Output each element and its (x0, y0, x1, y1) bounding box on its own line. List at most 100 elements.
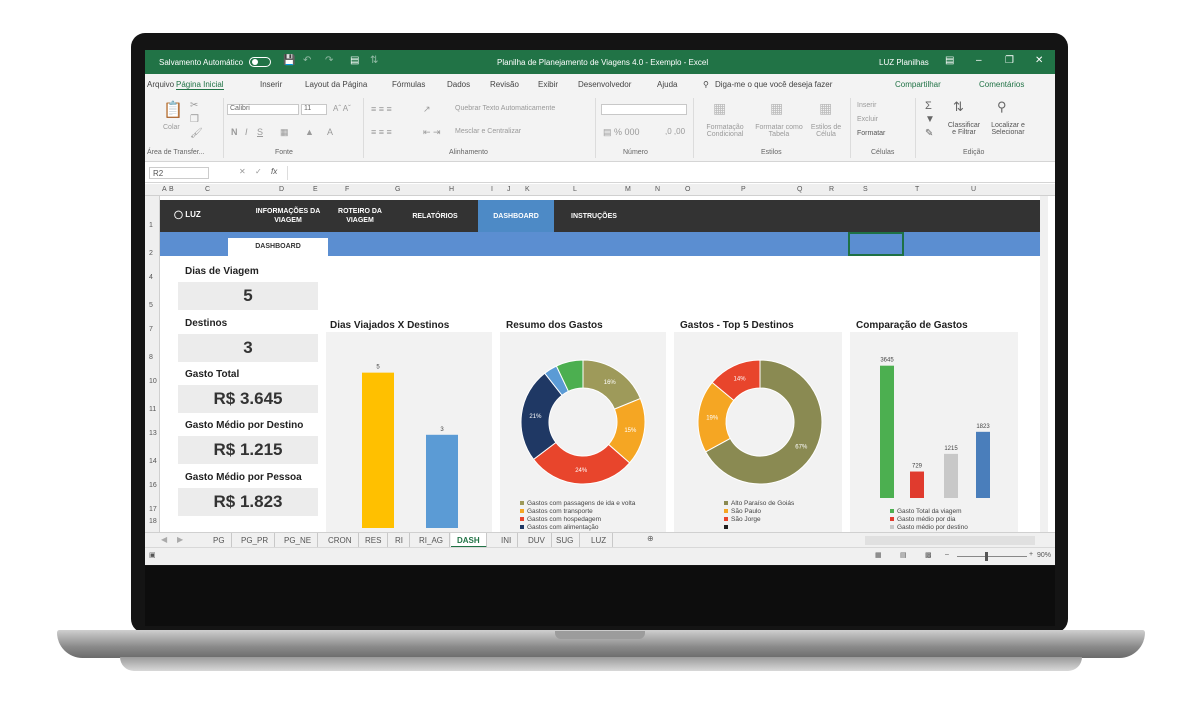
column-header[interactable]: G (395, 186, 400, 193)
align-left-icon[interactable]: ≡ ≡ ≡ (371, 127, 392, 137)
tab-arquivo[interactable]: Arquivo (147, 80, 174, 89)
column-header[interactable]: B (169, 186, 174, 193)
add-sheet-icon[interactable]: ⊕ (647, 534, 654, 543)
undo-icon[interactable]: ↶ (303, 55, 311, 66)
indent-icon[interactable]: ⇤ ⇥ (423, 127, 441, 138)
enter-icon[interactable]: ✓ (255, 167, 262, 176)
search-icon[interactable]: ⚲ (703, 80, 709, 89)
comments-button[interactable]: Comentários (979, 80, 1024, 89)
redo-icon[interactable]: ↷ (325, 55, 333, 66)
tab-layout[interactable]: Layout da Página (305, 80, 367, 89)
zoom-out-icon[interactable]: – (945, 551, 949, 558)
fill-icon[interactable]: ▼ (925, 114, 935, 125)
zoom-level[interactable]: 90% (1037, 552, 1051, 559)
sort-icon[interactable]: ⇅ (370, 55, 378, 66)
borders-icon[interactable]: ▦ (280, 127, 289, 138)
cell-styles-icon[interactable]: ▦ (819, 100, 832, 117)
font-name-select[interactable]: Calibri (227, 104, 299, 115)
column-header[interactable]: C (205, 186, 210, 193)
format-table-button[interactable]: Formatar como Tabela (751, 124, 807, 138)
row-header[interactable]: 11 (149, 406, 156, 413)
row-header[interactable]: 8 (149, 354, 153, 361)
tab-dados[interactable]: Dados (447, 80, 470, 89)
column-header[interactable]: K (525, 186, 530, 193)
row-header[interactable]: 5 (149, 302, 153, 309)
tab-ajuda[interactable]: Ajuda (657, 80, 677, 89)
sheet-tab[interactable]: INI (495, 533, 519, 548)
touch-mode-icon[interactable]: ▤ (350, 55, 359, 66)
paste-icon[interactable]: 📋 (163, 100, 183, 120)
underline-icon[interactable]: S (257, 127, 263, 137)
name-box[interactable]: R2 (149, 167, 209, 179)
insert-function-icon[interactable]: fx (271, 167, 277, 176)
autosum-icon[interactable]: Σ (925, 100, 932, 112)
sheet-tab[interactable]: SUG (550, 533, 581, 548)
sheet-tab[interactable]: RES (359, 533, 389, 548)
grow-font-icon[interactable]: Aˆ Aˇ (333, 104, 351, 113)
formula-input[interactable] (287, 166, 1047, 180)
decimal-icon[interactable]: ,0 ,00 (665, 127, 685, 136)
tab-pagina-inicial[interactable]: Página Inicial (176, 80, 224, 90)
sheet-tab[interactable]: RI (389, 533, 410, 548)
nav-instrucoes[interactable]: INSTRUÇÕES (560, 200, 628, 232)
prev-sheet-icon[interactable]: ◀ (161, 535, 167, 544)
row-header[interactable]: 16 (149, 482, 157, 489)
nav-roteiro-viagem[interactable]: ROTEIRO DA VIAGEM (332, 200, 388, 232)
number-format-select[interactable] (601, 104, 687, 115)
sheet-tab[interactable]: PG_NE (278, 533, 319, 548)
horizontal-scrollbar[interactable] (865, 536, 1035, 545)
sheet-tab[interactable]: DASH (451, 533, 487, 548)
next-sheet-icon[interactable]: ▶ (177, 535, 183, 544)
font-size-select[interactable]: 11 (301, 104, 327, 115)
cell-styles-button[interactable]: Estilos de Célula (807, 124, 845, 138)
sheet-tab[interactable]: CRON (322, 533, 359, 548)
cancel-icon[interactable]: ✕ (239, 167, 246, 176)
autosave-toggle[interactable] (249, 57, 271, 67)
tab-exibir[interactable]: Exibir (538, 80, 558, 89)
zoom-slider[interactable] (957, 556, 1027, 557)
nav-informacoes-viagem[interactable]: INFORMAÇÕES DA VIAGEM (250, 200, 326, 232)
tab-revisao[interactable]: Revisão (490, 80, 519, 89)
column-header[interactable]: A (162, 186, 167, 193)
format-cells-button[interactable]: Formatar (857, 130, 885, 137)
nav-relatorios[interactable]: RELATÓRIOS (400, 200, 470, 232)
sheet-tab[interactable]: PG_PR (235, 533, 276, 548)
column-header[interactable]: U (971, 186, 976, 193)
column-header[interactable]: F (345, 186, 349, 193)
wrap-text-button[interactable]: Quebrar Texto Automaticamente (455, 105, 555, 112)
merge-center-button[interactable]: Mesclar e Centralizar (455, 128, 521, 135)
vertical-scrollbar[interactable] (1040, 196, 1048, 532)
row-header[interactable]: 10 (149, 378, 157, 385)
currency-icon[interactable]: ▤ % 000 (603, 127, 640, 138)
insert-cells-button[interactable]: Inserir (857, 102, 876, 109)
format-painter-icon[interactable]: 🖌 (190, 128, 203, 139)
column-header[interactable]: H (449, 186, 454, 193)
nav-dashboard[interactable]: DASHBOARD (478, 200, 554, 232)
page-break-view-icon[interactable]: ▩ (925, 551, 932, 559)
close-icon[interactable]: ✕ (1035, 55, 1043, 66)
sheet-tab[interactable]: LUZ (585, 533, 614, 548)
sheet-tab[interactable]: RI_AG (413, 533, 451, 548)
tab-desenvolvedor[interactable]: Desenvolvedor (578, 80, 631, 89)
find-icon[interactable]: ⚲ (997, 99, 1007, 115)
delete-cells-button[interactable]: Excluir (857, 116, 878, 123)
row-header[interactable]: 4 (149, 274, 153, 281)
column-header[interactable]: O (685, 186, 690, 193)
row-header[interactable]: 13 (149, 430, 157, 437)
bold-icon[interactable]: N (231, 127, 238, 137)
column-header[interactable]: M (625, 186, 631, 193)
orientation-icon[interactable]: ↗ (423, 104, 431, 115)
format-table-icon[interactable]: ▦ (770, 100, 783, 117)
save-icon[interactable]: 💾 (283, 55, 295, 66)
cut-icon[interactable]: ✂ (190, 100, 198, 111)
worksheet-grid[interactable]: ◯ LUZ INFORMAÇÕES DA VIAGEM ROTEIRO DA V… (160, 196, 1048, 560)
fill-color-icon[interactable]: ▲ (305, 127, 314, 137)
share-button[interactable]: Compartilhar (895, 80, 941, 89)
restore-icon[interactable]: ❐ (1005, 55, 1014, 66)
row-header[interactable]: 14 (149, 458, 157, 465)
sort-filter-button[interactable]: Classificar e Filtrar (945, 122, 983, 136)
conditional-format-icon[interactable]: ▦ (713, 100, 726, 117)
macro-record-icon[interactable]: ▣ (149, 551, 156, 559)
column-header[interactable]: S (863, 186, 868, 193)
italic-icon[interactable]: I (245, 127, 248, 137)
